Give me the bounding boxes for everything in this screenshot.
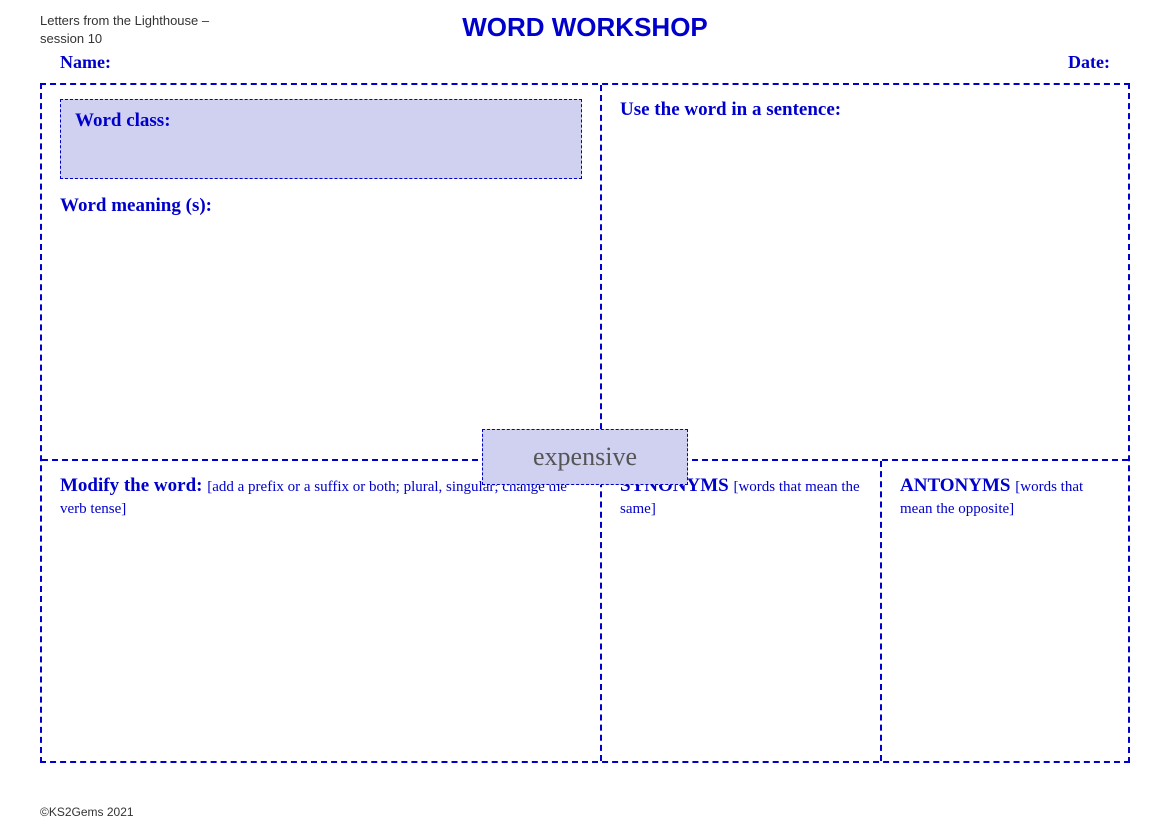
date-label: Date: — [1068, 52, 1110, 73]
modify-panel: Modify the word: [add a prefix or a suff… — [42, 461, 602, 761]
right-panel: Use the word in a sentence: — [602, 85, 1128, 459]
top-section: Word class: Word meaning (s): Use the wo… — [42, 85, 1128, 461]
left-panel: Word class: Word meaning (s): — [42, 85, 602, 459]
word-class-input-area[interactable] — [75, 132, 567, 168]
word-meaning-label: Word meaning (s): — [60, 195, 582, 217]
worksheet-container: Word class: Word meaning (s): Use the wo… — [40, 83, 1130, 763]
antonyms-panel: ANTONYMS [words that mean the opposite] — [882, 461, 1128, 761]
antonyms-label: ANTONYMS [words that mean the opposite] — [900, 475, 1110, 519]
header-row: Letters from the Lighthouse – session 10… — [40, 12, 1130, 48]
antonyms-title: ANTONYMS — [900, 475, 1011, 496]
focus-word-box: expensive — [482, 429, 688, 485]
name-label: Name: — [60, 52, 111, 73]
focus-word: expensive — [533, 442, 637, 471]
name-date-row: Name: Date: — [40, 52, 1130, 73]
main-title: WORD WORKSHOP — [240, 12, 930, 43]
header-spacer: Letters from the Lighthouse – session 10 — [40, 12, 240, 48]
page: Letters from the Lighthouse – session 10… — [0, 0, 1170, 827]
word-class-box: Word class: — [60, 99, 582, 179]
bottom-section: Modify the word: [add a prefix or a suff… — [42, 461, 1128, 761]
modify-title: Modify the word: — [60, 475, 202, 496]
footer-copyright: ©KS2Gems 2021 — [40, 805, 134, 819]
use-sentence-label: Use the word in a sentence: — [620, 99, 1110, 121]
word-class-label: Word class: — [75, 110, 171, 131]
subtitle: Letters from the Lighthouse – session 10 — [40, 13, 209, 46]
synonyms-panel: SYNONYMS [words that mean the same] — [602, 461, 882, 761]
